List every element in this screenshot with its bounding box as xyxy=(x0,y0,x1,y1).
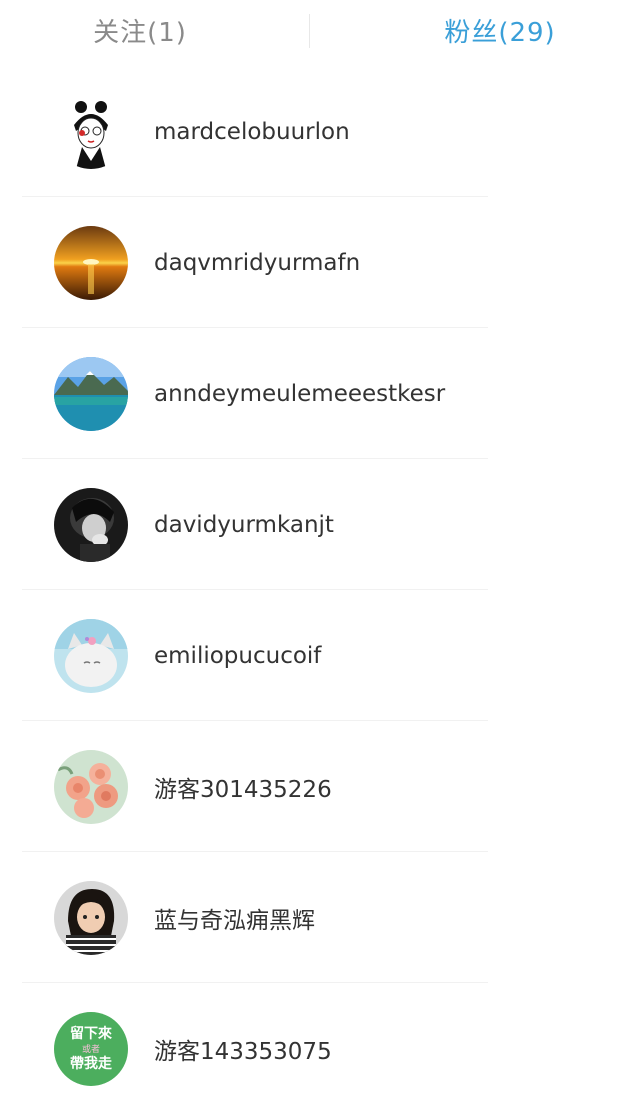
sunset-sea-avatar[interactable] xyxy=(54,225,128,300)
follower-username[interactable]: 蓝与奇泓痈黑辉 xyxy=(154,901,315,935)
tab-divider xyxy=(309,14,310,48)
follower-username[interactable]: anndeymeulemeeestkesr xyxy=(154,381,445,407)
follower-item[interactable]: anndeymeulemeeestkesr xyxy=(0,328,640,459)
follower-item[interactable]: davidyurmkanjt xyxy=(0,459,640,590)
green-text-badge-avatar[interactable]: 留下來 或者 帶我走 xyxy=(54,1011,128,1086)
tab-following[interactable]: 关注(1) xyxy=(0,0,320,66)
follower-item[interactable]: daqvmridyurmafn xyxy=(0,197,640,328)
follower-username[interactable]: mardcelobuurlon xyxy=(154,119,350,145)
follower-item[interactable]: emiliopucucoif xyxy=(0,590,640,721)
follower-username[interactable]: emiliopucucoif xyxy=(154,643,321,669)
child-photo-avatar[interactable] xyxy=(54,880,128,955)
tab-followers[interactable]: 粉丝(29) xyxy=(320,0,640,66)
cartoon-woman-avatar[interactable] xyxy=(54,94,128,169)
badge-text-line: 留下來 xyxy=(70,1025,112,1042)
follower-username[interactable]: 游客143353075 xyxy=(154,1032,332,1066)
followers-list: mardcelobuurlon daqvmridyurmafn anndeyme… xyxy=(0,66,640,1114)
follower-username[interactable]: daqvmridyurmafn xyxy=(154,250,360,276)
follower-item[interactable]: mardcelobuurlon xyxy=(0,66,640,197)
follower-username[interactable]: 游客301435226 xyxy=(154,770,332,804)
mountain-lake-avatar[interactable] xyxy=(54,356,128,431)
badge-text-line: 帶我走 xyxy=(70,1056,113,1072)
badge-text-line: 或者 xyxy=(82,1043,100,1055)
white-cat-avatar[interactable] xyxy=(54,618,128,693)
follower-item[interactable]: 留下來 或者 帶我走 游客143353075 xyxy=(0,983,640,1114)
pink-roses-avatar[interactable] xyxy=(54,749,128,824)
black-white-portrait-avatar[interactable] xyxy=(54,487,128,562)
follower-username[interactable]: davidyurmkanjt xyxy=(154,512,334,538)
follower-item[interactable]: 游客301435226 xyxy=(0,721,640,852)
follower-item[interactable]: 蓝与奇泓痈黑辉 xyxy=(0,852,640,983)
tab-bar: 关注(1) 粉丝(29) xyxy=(0,0,640,66)
